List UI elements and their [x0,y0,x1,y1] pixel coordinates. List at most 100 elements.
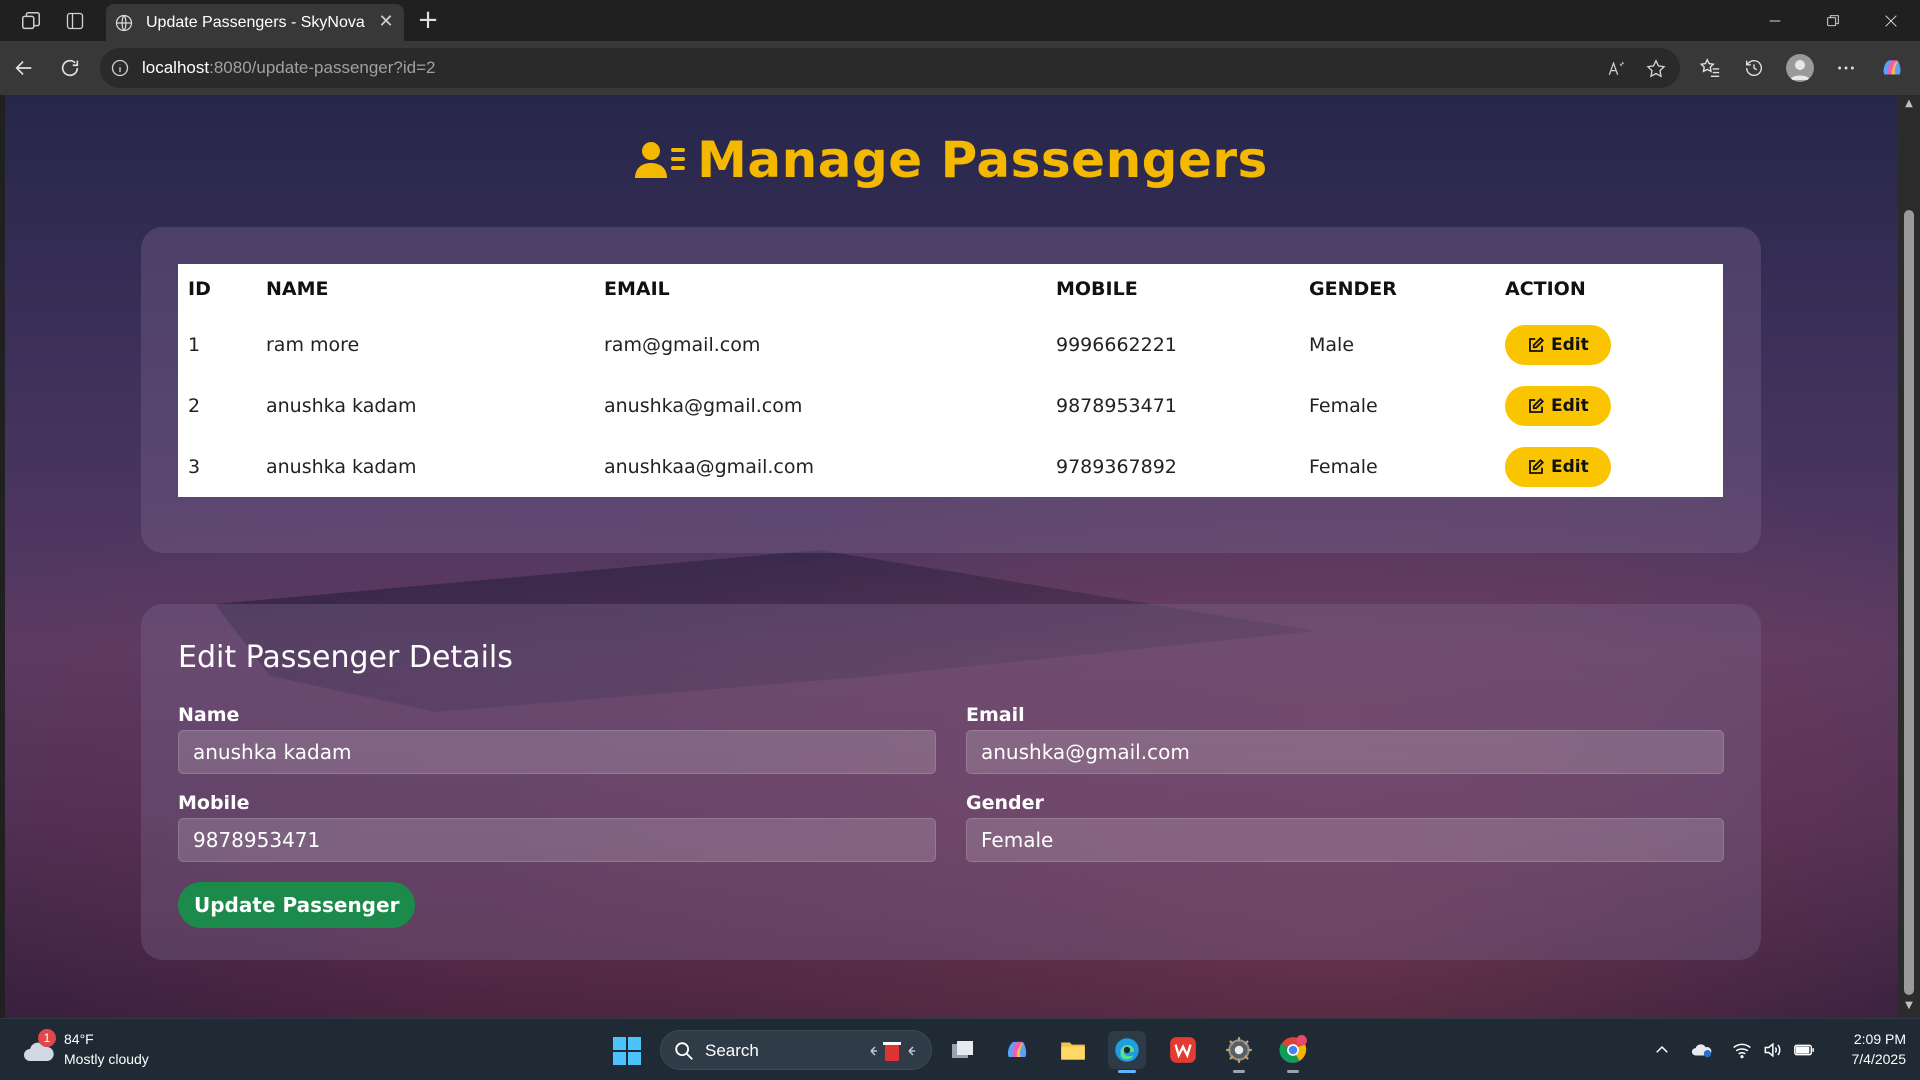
cell-mobile: 9789367892 [1056,455,1177,478]
file-explorer-icon[interactable] [1054,1031,1092,1069]
close-tab-icon[interactable]: ✕ [376,12,396,32]
browser-tab-bar: Update Passengers - SkyNova ✕ + [0,0,1920,41]
cell-mobile: 9996662221 [1056,333,1177,356]
search-icon [673,1040,695,1062]
cell-name: anushka kadam [266,394,417,417]
edit-icon [1529,336,1545,352]
tab-title: Update Passengers - SkyNova [146,14,365,31]
passengers-card: ID NAME EMAIL MOBILE GENDER ACTION 1 ram… [141,227,1761,553]
windows-start-icon[interactable] [612,1036,642,1066]
active-tab[interactable]: Update Passengers - SkyNova ✕ [106,4,404,41]
cell-email: anushka@gmail.com [604,394,803,417]
back-arrow-icon[interactable] [10,54,38,82]
table-row: 2 anushka kadam anushka@gmail.com 987895… [178,375,1723,436]
wps-office-icon[interactable] [1164,1031,1202,1069]
browser-toolbar: localhost:8080/update-passenger?id=2 [0,41,1920,95]
cell-gender: Female [1309,394,1378,417]
gender-input[interactable]: Female [966,818,1724,862]
passengers-table: ID NAME EMAIL MOBILE GENDER ACTION 1 ram… [178,264,1723,497]
history-icon[interactable] [1740,54,1768,82]
table-header-row: ID NAME EMAIL MOBILE GENDER ACTION [178,264,1723,314]
wifi-icon[interactable] [1730,1038,1754,1062]
table-row: 3 anushka kadam anushkaa@gmail.com 97893… [178,436,1723,497]
table-row: 1 ram more ram@gmail.com 9996662221 Male… [178,314,1723,375]
cell-mobile: 9878953471 [1056,394,1177,417]
scrollbar-thumb[interactable] [1904,210,1914,995]
volume-icon[interactable] [1760,1038,1784,1062]
profile-avatar[interactable] [1786,54,1814,82]
battery-icon[interactable] [1792,1038,1816,1062]
user-list-icon [635,140,687,180]
column-header-mobile: MOBILE [1056,278,1138,300]
reload-icon[interactable] [56,54,84,82]
name-input[interactable]: anushka kadam [178,730,936,774]
weather-temperature[interactable]: 84°F [64,1031,94,1047]
favorite-star-icon[interactable] [1644,57,1668,81]
chrome-browser-icon[interactable] [1274,1031,1312,1073]
cell-gender: Female [1309,455,1378,478]
email-label: Email [966,704,1025,726]
vertical-tabs-icon[interactable] [62,8,88,34]
new-tab-button[interactable]: + [414,6,442,34]
minimize-icon[interactable] [1760,6,1790,36]
taskbar-search[interactable]: Search [660,1030,932,1070]
close-window-icon[interactable] [1876,6,1906,36]
gender-label: Gender [966,792,1044,814]
cell-email: ram@gmail.com [604,333,761,356]
windows-taskbar: 1 84°F Mostly cloudy Search 2:09 PM 7/4/… [0,1018,1920,1080]
running-indicator [1287,1070,1299,1073]
cell-email: anushkaa@gmail.com [604,455,815,478]
running-indicator [1233,1070,1245,1073]
name-label: Name [178,704,240,726]
cell-action: Edit [1495,314,1723,375]
show-hidden-icons-chevron-icon[interactable] [1650,1038,1674,1062]
globe-icon [114,13,134,33]
page-title: Manage Passengers [5,125,1898,195]
cell-id: 2 [188,394,201,417]
read-aloud-icon[interactable] [1604,57,1628,81]
edit-icon [1529,397,1545,413]
settings-gear-icon[interactable] [1220,1031,1258,1073]
cell-action: Edit [1495,375,1723,436]
cell-action: Edit [1495,436,1723,497]
edge-browser-icon[interactable] [1108,1031,1146,1073]
edit-button[interactable]: Edit [1505,446,1611,487]
active-indicator [1118,1070,1136,1073]
copilot-icon[interactable] [1878,54,1906,82]
task-view-icon[interactable] [944,1031,982,1069]
copilot-app-icon[interactable] [998,1031,1036,1069]
clock-time[interactable]: 2:09 PM [1836,1031,1906,1047]
more-menu-icon[interactable] [1832,54,1860,82]
workspaces-icon[interactable] [18,8,44,34]
scroll-up-arrow-icon[interactable]: ▲ [1903,99,1915,109]
restore-icon[interactable] [1818,6,1848,36]
cell-name: ram more [266,333,360,356]
cell-name: anushka kadam [266,455,417,478]
url-text: localhost:8080/update-passenger?id=2 [142,58,436,77]
email-input[interactable]: anushka@gmail.com [966,730,1724,774]
weather-badge: 1 [38,1029,56,1047]
site-info-icon[interactable] [110,58,130,78]
clock-date[interactable]: 7/4/2025 [1836,1051,1907,1067]
scroll-down-arrow-icon[interactable]: ▼ [1903,1001,1915,1011]
form-title: Edit Passenger Details [178,640,513,675]
edit-button[interactable]: Edit [1505,385,1611,426]
edit-passenger-card: Edit Passenger Details Name anushka kada… [141,604,1761,960]
cell-gender: Male [1309,333,1355,356]
mobile-input[interactable]: 9878953471 [178,818,936,862]
column-header-action: ACTION [1505,278,1586,300]
page-scrollbar[interactable]: ▲ ▼ [1898,95,1920,1018]
column-header-name: NAME [266,278,329,300]
page-viewport: Manage Passengers ID NAME EMAIL MOBILE G… [5,95,1898,1018]
column-header-gender: GENDER [1309,278,1397,300]
edit-button[interactable]: Edit [1505,324,1611,365]
cell-id: 1 [188,333,201,356]
search-highlight-icon [865,1039,921,1063]
favorites-icon[interactable] [1696,54,1724,82]
column-header-id: ID [188,278,211,300]
address-bar[interactable]: localhost:8080/update-passenger?id=2 [100,48,1680,88]
weather-description[interactable]: Mostly cloudy [64,1051,149,1067]
mobile-label: Mobile [178,792,250,814]
update-passenger-button[interactable]: Update Passenger [178,882,416,928]
onedrive-icon[interactable] [1690,1038,1714,1062]
